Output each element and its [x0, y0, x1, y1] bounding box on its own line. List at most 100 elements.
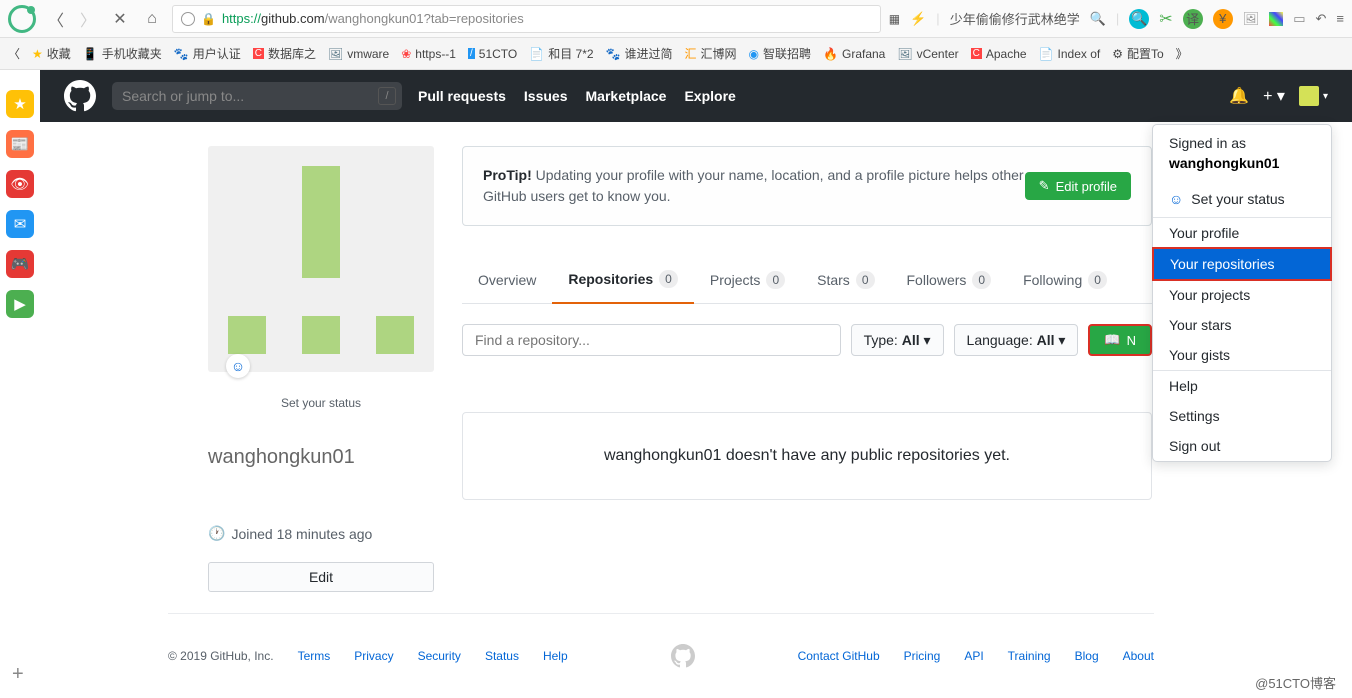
- tab-followers[interactable]: Followers0: [891, 256, 1008, 303]
- bookmark-51cto[interactable]: /51CTO: [468, 47, 517, 61]
- back-button[interactable]: 〈: [44, 7, 68, 31]
- bookmark-hemu[interactable]: 📄和目 7*2: [529, 45, 593, 62]
- type-filter-dropdown[interactable]: Type: All ▾: [851, 324, 944, 356]
- bookmark-huawei[interactable]: ❀https--1: [401, 47, 456, 61]
- github-search-input[interactable]: Search or jump to... /: [112, 82, 402, 110]
- profile-tabs: Overview Repositories0 Projects0 Stars0 …: [462, 256, 1152, 304]
- ext-icon-currency[interactable]: ¥: [1213, 9, 1233, 29]
- github-header: Search or jump to... / Pull requests Iss…: [40, 70, 1352, 122]
- github-logo-footer-icon[interactable]: [671, 644, 695, 668]
- ext-icon-translate[interactable]: 译: [1183, 9, 1203, 29]
- qr-icon[interactable]: ▦: [889, 12, 900, 26]
- browser-sidebar: ★ 📰 👁 ✉ 🎮 ▶: [0, 70, 40, 338]
- ext-icon-image[interactable]: 🖼: [1243, 11, 1260, 27]
- language-filter-dropdown[interactable]: Language: All ▾: [954, 324, 1079, 356]
- profile-username: wanghongkun01: [208, 446, 434, 469]
- slash-key-icon: /: [378, 87, 396, 105]
- search-icon[interactable]: 🔍: [1090, 11, 1106, 27]
- flash-icon[interactable]: ⚡: [910, 11, 926, 27]
- content-column: ProTip! Updating your profile with your …: [462, 146, 1152, 500]
- protip-banner: ProTip! Updating your profile with your …: [462, 146, 1152, 226]
- sidebar-star-icon[interactable]: ★: [6, 90, 34, 118]
- dropdown-settings[interactable]: Settings: [1153, 401, 1331, 431]
- tab-projects[interactable]: Projects0: [694, 256, 801, 303]
- nav-pull-requests[interactable]: Pull requests: [418, 88, 506, 104]
- sidebar-mail-icon[interactable]: ✉: [6, 210, 34, 238]
- menu-icon[interactable]: ≡: [1336, 11, 1344, 26]
- tab-stars[interactable]: Stars0: [801, 256, 890, 303]
- sidebar-weibo-icon[interactable]: 👁: [6, 170, 34, 198]
- tab-overview[interactable]: Overview: [462, 256, 552, 303]
- user-dropdown-menu: Signed in as wanghongkun01 ☺Set your sta…: [1152, 124, 1332, 462]
- dropdown-help[interactable]: Help: [1153, 371, 1331, 401]
- bookmark-favorites[interactable]: ★收藏: [32, 45, 71, 62]
- smiley-icon[interactable]: ☺: [226, 354, 250, 378]
- ext-icon-scissors[interactable]: ✂: [1159, 9, 1172, 29]
- bookmark-mobile[interactable]: 📱手机收藏夹: [83, 45, 162, 62]
- nav-explore[interactable]: Explore: [684, 88, 735, 104]
- undo-icon[interactable]: ↶: [1316, 11, 1327, 27]
- ext-icon-grid[interactable]: [1269, 12, 1283, 26]
- footer-privacy[interactable]: Privacy: [354, 649, 393, 663]
- home-button[interactable]: ⌂: [140, 7, 164, 31]
- bookmark-zhilian[interactable]: ◉智联招聘: [749, 45, 812, 62]
- tab-following[interactable]: Following0: [1007, 256, 1123, 303]
- bookmark-apache[interactable]: CApache: [971, 47, 1027, 61]
- tab-repositories[interactable]: Repositories0: [552, 256, 694, 304]
- bookmark-auth[interactable]: 🐾用户认证: [174, 45, 241, 62]
- address-bar[interactable]: 🔒 https://github.com/wanghongkun01?tab=r…: [172, 5, 881, 33]
- close-button[interactable]: ✕: [108, 7, 132, 31]
- create-new-icon[interactable]: + ▾: [1263, 86, 1285, 106]
- dropdown-set-status[interactable]: ☺Set your status: [1153, 181, 1331, 218]
- dropdown-your-projects[interactable]: Your projects: [1153, 280, 1331, 310]
- footer-training[interactable]: Training: [1008, 649, 1051, 663]
- dropdown-username: wanghongkun01: [1153, 155, 1331, 181]
- new-repo-button[interactable]: 📖N: [1088, 324, 1152, 356]
- dropdown-your-stars[interactable]: Your stars: [1153, 310, 1331, 340]
- user-avatar[interactable]: ▾: [1299, 86, 1328, 106]
- github-logo-icon[interactable]: [64, 80, 96, 112]
- add-tab-icon[interactable]: +: [12, 663, 24, 686]
- dropdown-sign-out[interactable]: Sign out: [1153, 431, 1331, 461]
- dropdown-your-profile[interactable]: Your profile: [1153, 218, 1331, 248]
- ext-icon-1[interactable]: 🔍: [1129, 9, 1149, 29]
- user-avatar-large[interactable]: ☺: [208, 146, 434, 372]
- footer-contact[interactable]: Contact GitHub: [798, 649, 880, 663]
- bookmark-vcenter[interactable]: 🖼vCenter: [897, 47, 958, 61]
- footer-terms[interactable]: Terms: [298, 649, 331, 663]
- notifications-icon[interactable]: 🔔: [1229, 86, 1249, 106]
- footer-status[interactable]: Status: [485, 649, 519, 663]
- footer-about[interactable]: About: [1123, 649, 1154, 663]
- nav-issues[interactable]: Issues: [524, 88, 568, 104]
- dropdown-your-repositories[interactable]: Your repositories: [1154, 249, 1330, 279]
- sidebar-game-icon[interactable]: 🎮: [6, 250, 34, 278]
- bookmark-bar: 〈 ★收藏 📱手机收藏夹 🐾用户认证 C数据库之 🖼vmware ❀https-…: [0, 38, 1352, 70]
- bookmark-config[interactable]: ⚙配置To: [1112, 45, 1163, 62]
- edit-button[interactable]: Edit: [208, 562, 434, 592]
- bookmark-vmware[interactable]: 🖼vmware: [328, 47, 389, 61]
- dropdown-your-gists[interactable]: Your gists: [1153, 340, 1331, 370]
- footer-pricing[interactable]: Pricing: [904, 649, 941, 663]
- footer-api[interactable]: API: [964, 649, 983, 663]
- sidebar-video-icon[interactable]: ▶: [6, 290, 34, 318]
- omnibox-search-text[interactable]: 少年偷偷修行武林绝学: [950, 9, 1080, 28]
- footer-security[interactable]: Security: [418, 649, 461, 663]
- forward-button[interactable]: 〉: [76, 7, 100, 31]
- nav-marketplace[interactable]: Marketplace: [586, 88, 667, 104]
- footer-help[interactable]: Help: [543, 649, 568, 663]
- bookmark-index[interactable]: 📄Index of: [1039, 47, 1101, 61]
- pencil-icon: ✎: [1039, 178, 1050, 194]
- edit-profile-button[interactable]: ✎Edit profile: [1025, 172, 1131, 200]
- ext-icon-panel[interactable]: ▭: [1293, 11, 1305, 27]
- set-status-link[interactable]: Set your status: [208, 388, 434, 418]
- sidebar-news-icon[interactable]: 📰: [6, 130, 34, 158]
- bookmark-visit[interactable]: 🐾谁进过简: [606, 45, 673, 62]
- bookmark-huibo[interactable]: 汇汇博网: [685, 45, 737, 62]
- find-repository-input[interactable]: [462, 324, 841, 356]
- footer-blog[interactable]: Blog: [1075, 649, 1099, 663]
- clock-icon: 🕐: [208, 525, 225, 542]
- bookmark-more[interactable]: 》: [1176, 45, 1188, 62]
- bookmark-grafana[interactable]: 🔥Grafana: [823, 47, 885, 61]
- bookmark-chevron-left[interactable]: 〈: [8, 45, 20, 62]
- bookmark-db[interactable]: C数据库之: [253, 45, 316, 62]
